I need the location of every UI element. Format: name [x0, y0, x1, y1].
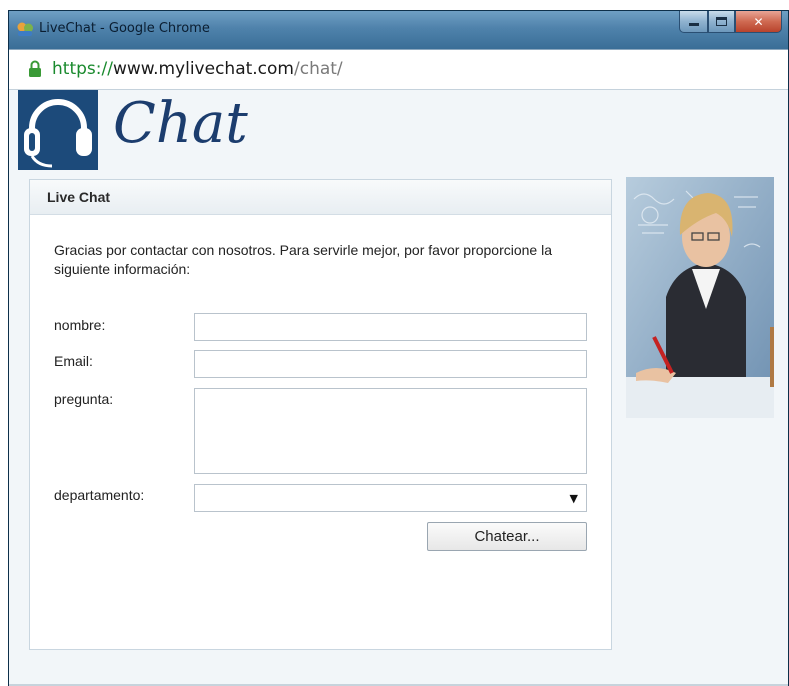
department-label: departamento:: [54, 487, 145, 503]
chevron-down-icon: ▼: [569, 492, 578, 505]
url-scheme: https://: [52, 59, 113, 79]
question-label: pregunta:: [54, 391, 114, 407]
intro-text: Gracias por contactar con nosotros. Para…: [54, 242, 553, 277]
maximize-button[interactable]: [708, 11, 735, 33]
close-icon: ✕: [753, 14, 764, 29]
url-text[interactable]: https://www.mylivechat.com/chat/: [52, 59, 343, 79]
window-controls: ✕: [679, 11, 782, 33]
livechat-app-icon: [17, 22, 33, 36]
title-bar[interactable]: LiveChat - Google Chrome ✕: [9, 11, 788, 49]
email-label: Email:: [54, 353, 93, 369]
live-chat-panel: Live Chat Gracias por contactar con noso…: [29, 179, 612, 650]
email-input[interactable]: [194, 350, 587, 378]
headset-icon: [18, 90, 98, 170]
browser-window: LiveChat - Google Chrome ✕ https://www.m…: [8, 10, 789, 686]
url-host: www.mylivechat.com: [112, 59, 294, 79]
window-title: LiveChat - Google Chrome: [39, 21, 210, 36]
page-content: Chat Live Chat Gracias por contactar con…: [9, 90, 788, 686]
question-textarea[interactable]: [194, 388, 587, 474]
lock-icon: [29, 60, 41, 77]
minimize-button[interactable]: [679, 11, 708, 33]
operator-photo: [626, 177, 774, 418]
url-path: /chat/: [294, 59, 343, 79]
department-select[interactable]: ▼: [194, 484, 587, 512]
chatear-button[interactable]: Chatear...: [427, 522, 587, 551]
minimize-icon: [688, 23, 699, 26]
name-label: nombre:: [54, 317, 106, 333]
panel-title: Live Chat: [30, 180, 611, 215]
name-input[interactable]: [194, 313, 587, 341]
address-bar[interactable]: https://www.mylivechat.com/chat/: [9, 49, 788, 90]
maximize-icon: [716, 17, 727, 26]
close-button[interactable]: ✕: [735, 11, 782, 33]
logo-text: Chat: [113, 91, 248, 156]
